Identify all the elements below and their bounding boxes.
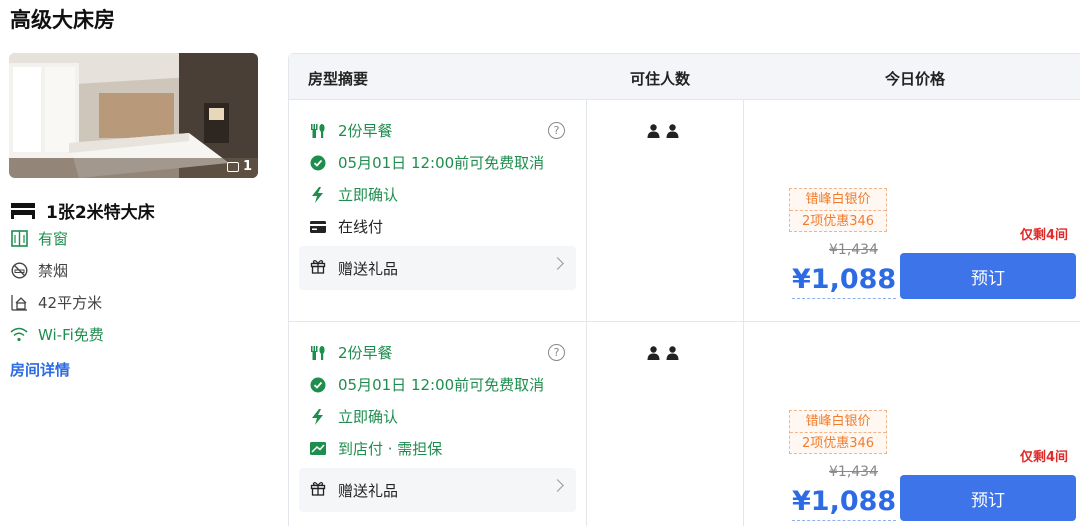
chevron-right-icon [551, 479, 564, 492]
gift-item[interactable]: 赠送礼品 [299, 246, 576, 290]
feature-area: 42平方米 [10, 292, 102, 313]
room-photo[interactable]: 1 [9, 53, 258, 178]
current-price[interactable]: ¥1,088 [792, 484, 897, 521]
cutlery-icon [309, 344, 326, 361]
promo-badge[interactable]: 错峰白银价 2项优惠346 [789, 410, 887, 454]
chevron-right-icon [551, 257, 564, 270]
occupancy-icons [647, 346, 679, 360]
promo-tier: 错峰白银价 [805, 414, 871, 429]
rooms-remaining: 仅剩4间 [1020, 450, 1069, 465]
breakfast-label: 2份早餐 [338, 122, 393, 140]
card-icon [309, 218, 326, 235]
gift-label: 赠送礼品 [338, 259, 399, 278]
instant-confirm-line: 立即确认 [309, 406, 398, 427]
cutlery-icon [309, 122, 326, 139]
cancel-policy-label: 05月01日 12:00前可免费取消 [338, 376, 545, 394]
photo-count-label: 1 [242, 159, 252, 174]
person-icon [666, 124, 679, 138]
promo-discount: 2项优惠346 [790, 432, 886, 453]
rooms-remaining: 仅剩4间 [1020, 228, 1069, 243]
rate-row: 2份早餐 ? 05月01日 12:00前可免费取消 立即确认 到店付 · 需担保 [289, 322, 1080, 526]
payment-line: 到店付 · 需担保 [309, 438, 442, 459]
cancel-policy-label: 05月01日 12:00前可免费取消 [338, 154, 545, 172]
lightning-icon [309, 186, 326, 203]
payment-label: 在线付 [338, 218, 384, 236]
gallery-icon [226, 161, 239, 172]
bed-label: 1张2米特大床 [46, 203, 155, 223]
header-summary: 房型摘要 [308, 70, 369, 88]
gift-icon [310, 480, 326, 500]
rate-row: 2份早餐 ? 05月01日 12:00前可免费取消 立即确认 在线付 赠送礼品 [289, 100, 1080, 322]
breakfast-line: 2份早餐 [309, 120, 393, 141]
room-title: 高级大床房 [10, 8, 115, 32]
feature-no-smoking: 禁烟 [10, 260, 68, 281]
instant-confirm-label: 立即确认 [338, 186, 399, 204]
promo-tier: 错峰白银价 [805, 192, 871, 207]
instant-confirm-line: 立即确认 [309, 184, 398, 205]
book-button[interactable]: 预订 [900, 253, 1076, 299]
promo-badge[interactable]: 错峰白银价 2项优惠346 [789, 188, 887, 232]
bed-icon [11, 202, 35, 219]
window-icon [10, 230, 28, 248]
breakfast-line: 2份早餐 [309, 342, 393, 363]
check-circle-icon [309, 376, 326, 393]
check-circle-icon [309, 154, 326, 171]
person-icon [666, 346, 679, 360]
gift-label: 赠送礼品 [338, 481, 399, 500]
person-icon [647, 124, 660, 138]
photo-count[interactable]: 1 [226, 159, 252, 174]
gift-item[interactable]: 赠送礼品 [299, 468, 576, 512]
book-button[interactable]: 预订 [900, 475, 1076, 521]
feature-label: 42平方米 [38, 294, 103, 312]
occupancy-icons [647, 124, 679, 138]
original-price: ¥1,434 [829, 464, 878, 480]
cancel-policy-line[interactable]: 05月01日 12:00前可免费取消 [309, 152, 544, 173]
bed-info: 1张2米特大床 [10, 198, 155, 223]
person-icon [647, 346, 660, 360]
wifi-icon [10, 326, 28, 344]
original-price: ¥1,434 [829, 242, 878, 258]
payment-line: 在线付 [309, 216, 383, 237]
header-occupancy: 可住人数 [630, 70, 691, 88]
breakfast-label: 2份早餐 [338, 344, 393, 362]
lightning-icon [309, 408, 326, 425]
current-price[interactable]: ¥1,088 [792, 262, 897, 299]
pay-at-hotel-icon [309, 440, 326, 457]
header-price: 今日价格 [885, 70, 946, 88]
no-smoking-icon [10, 262, 28, 280]
table-header: 房型摘要 可住人数 今日价格 [289, 54, 1080, 100]
feature-label: 有窗 [38, 230, 69, 248]
cancel-policy-line[interactable]: 05月01日 12:00前可免费取消 [309, 374, 544, 395]
promo-discount: 2项优惠346 [790, 210, 886, 231]
help-icon[interactable]: ? [548, 344, 565, 361]
feature-wifi: Wi-Fi免费 [10, 324, 104, 345]
feature-label: 禁烟 [38, 262, 69, 280]
instant-confirm-label: 立即确认 [338, 408, 399, 426]
room-photo-image [9, 53, 258, 178]
room-details-link[interactable]: 房间详情 [10, 359, 70, 380]
rate-table: 房型摘要 可住人数 今日价格 2份早餐 ? 05月01日 12:00前可免费取消… [288, 53, 1080, 526]
feature-label: Wi-Fi免费 [38, 326, 104, 344]
feature-window: 有窗 [10, 228, 68, 249]
help-icon[interactable]: ? [548, 122, 565, 139]
gift-icon [310, 258, 326, 278]
payment-label: 到店付 · 需担保 [338, 440, 443, 458]
area-icon [10, 294, 28, 312]
